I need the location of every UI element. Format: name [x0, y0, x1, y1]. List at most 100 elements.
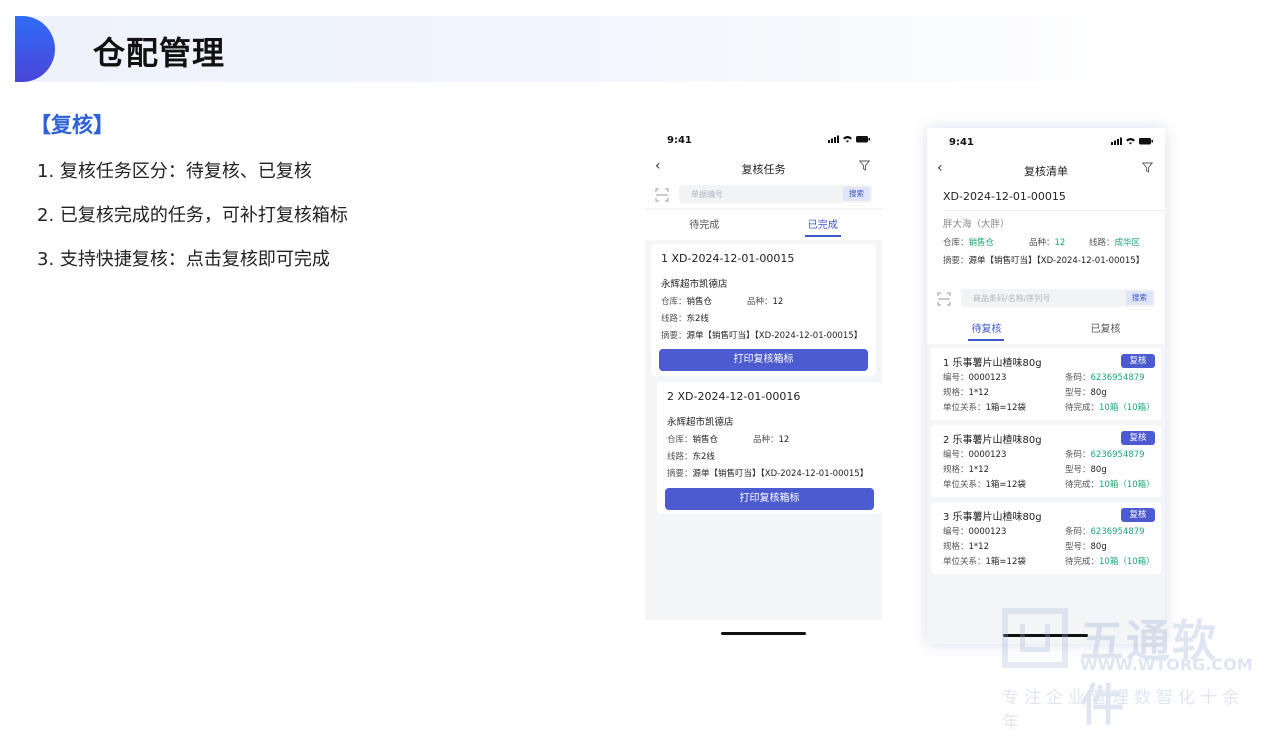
field-label: 摘要： [943, 256, 969, 266]
review-item[interactable]: 2 乐事薯片山楂味80g 复核 编号：0000123 条码：6236954879… [931, 425, 1161, 497]
search-input[interactable]: 商品条码/名称/序列号 搜索 [961, 289, 1155, 307]
divider [943, 210, 1165, 211]
brand-slogan: 专注企业管理数智化十余年 [1002, 688, 1244, 733]
status-time: 9:41 [949, 137, 974, 148]
search-row: 单据编号 搜索 [645, 182, 882, 208]
field-label: 型号： [1065, 542, 1091, 552]
tab-pending[interactable]: 待完成 [645, 216, 764, 231]
nav-bar: ‹ 复核任务 [645, 154, 882, 182]
status-bar: 9:41 [645, 126, 882, 154]
filter-icon[interactable] [859, 160, 870, 171]
scan-icon[interactable] [655, 188, 669, 202]
status-bar: 9:41 [927, 128, 1165, 156]
field-label: 仓库： [943, 238, 969, 248]
brand-url: WWW.WTORG.COM [1080, 655, 1253, 674]
tab-to-review[interactable]: 待复核 [927, 320, 1046, 335]
task-header: 1 XD-2024-12-01-00015 [661, 252, 795, 265]
field-label: 摘要： [661, 331, 687, 341]
field-label: 型号： [1065, 388, 1091, 398]
variety-value: 12 [772, 297, 784, 307]
store-name: 永辉超市凯德店 [667, 417, 734, 428]
field-label: 线路： [661, 314, 687, 324]
phone-review-tasks: 9:41 ‹ 复核任务 单据编号 搜索 待完成 已完成 1 XD-2024-12… [645, 126, 882, 620]
field-label: 条码： [1065, 373, 1091, 383]
route-value: 成华区 [1114, 238, 1141, 248]
field-label: 待完成： [1065, 403, 1100, 413]
spec-value: 1*12 [968, 465, 989, 475]
section-heading: 【复核】 [30, 113, 114, 137]
field-label: 条码： [1065, 450, 1091, 460]
brand-logo-icon [1002, 608, 1068, 668]
tab-completed[interactable]: 已完成 [764, 216, 883, 231]
bullet-list: 1. 复核任务区分：待复核、已复核 2. 已复核完成的任务，可补打复核箱标 3.… [37, 158, 348, 290]
spec-value: 1*12 [968, 542, 989, 552]
code-value: 0000123 [968, 373, 1007, 383]
field-label: 品种： [747, 297, 773, 307]
pending-value: 10箱（10箱） [1099, 557, 1155, 567]
variety-value: 12 [1054, 238, 1066, 248]
review-button[interactable]: 复核 [1121, 354, 1155, 368]
search-row: 商品条码/名称/序列号 搜索 [927, 286, 1165, 312]
task-card[interactable]: 1 XD-2024-12-01-00015 永辉超市凯德店 仓库：销售仓 品种：… [651, 244, 876, 376]
bullet-item: 1. 复核任务区分：待复核、已复核 [37, 161, 312, 182]
bullet-item: 3. 支持快捷复核：点击复核即可完成 [37, 249, 330, 270]
tab-reviewed[interactable]: 已复核 [1046, 320, 1165, 335]
warehouse-value: 销售仓 [686, 297, 713, 307]
nav-bar: ‹ 复核清单 [927, 156, 1165, 184]
field-label: 仓库： [667, 435, 693, 445]
pending-value: 10箱（10箱） [1099, 480, 1155, 490]
customer-name: 胖大海（大胖） [943, 216, 1010, 230]
field-label: 线路： [1089, 238, 1115, 248]
home-indicator [721, 632, 806, 635]
model-value: 80g [1090, 465, 1107, 475]
search-button[interactable]: 搜索 [1126, 291, 1153, 305]
variety-value: 12 [778, 435, 790, 445]
summary-value: 源单【销售叮当】【XD-2024-12-01-00015】 [968, 256, 1145, 266]
page-title: 复核任务 [741, 163, 786, 176]
field-label: 仓库： [661, 297, 687, 307]
field-label: 编号： [943, 450, 969, 460]
field-label: 单位关系： [943, 557, 986, 567]
signal-wifi-battery-icon [828, 135, 870, 143]
field-label: 条码： [1065, 527, 1091, 537]
search-placeholder: 商品条码/名称/序列号 [973, 294, 1051, 303]
model-value: 80g [1090, 388, 1107, 398]
route-value: 东2线 [686, 314, 709, 324]
bullet-item: 2. 已复核完成的任务，可补打复核箱标 [37, 205, 348, 226]
customer: 胖大海 [943, 219, 972, 230]
brand-watermark: 五通软件 WWW.WTORG.COM 专注企业管理数智化十余年 [1002, 605, 1262, 733]
unit-value: 1箱=12袋 [985, 480, 1026, 490]
review-item[interactable]: 1 乐事薯片山楂味80g 复核 编号：0000123 条码：6236954879… [931, 348, 1161, 420]
review-button[interactable]: 复核 [1121, 431, 1155, 445]
scan-icon[interactable] [937, 292, 951, 306]
field-label: 待完成： [1065, 480, 1100, 490]
warehouse-value: 销售仓 [968, 238, 995, 248]
barcode-value: 6236954879 [1090, 450, 1145, 460]
print-label-button[interactable]: 打印复核箱标 [665, 488, 874, 510]
field-label: 单位关系： [943, 403, 986, 413]
review-item[interactable]: 3 乐事薯片山楂味80g 复核 编号：0000123 条码：6236954879… [931, 502, 1161, 574]
field-label: 品种： [753, 435, 779, 445]
model-value: 80g [1090, 542, 1107, 552]
summary-value: 源单【销售叮当】【XD-2024-12-01-00015】 [686, 331, 863, 341]
field-label: 规格： [943, 388, 969, 398]
print-label-button[interactable]: 打印复核箱标 [659, 349, 868, 371]
status-time: 9:41 [667, 135, 692, 146]
field-label: 摘要： [667, 469, 693, 479]
search-input[interactable]: 单据编号 搜索 [679, 185, 872, 203]
field-label: 型号： [1065, 465, 1091, 475]
warehouse-value: 销售仓 [692, 435, 719, 445]
code-value: 0000123 [968, 527, 1007, 537]
field-label: 规格： [943, 465, 969, 475]
review-button[interactable]: 复核 [1121, 508, 1155, 522]
spec-value: 1*12 [968, 388, 989, 398]
task-card[interactable]: 2 XD-2024-12-01-00016 永辉超市凯德店 仓库：销售仓 品种：… [657, 382, 882, 514]
barcode-value: 6236954879 [1090, 373, 1145, 383]
active-tab-indicator [968, 339, 1004, 341]
field-label: 规格： [943, 542, 969, 552]
route-value: 东2线 [692, 452, 715, 462]
unit-value: 1箱=12袋 [985, 557, 1026, 567]
search-button[interactable]: 搜索 [843, 187, 870, 201]
barcode-value: 6236954879 [1090, 527, 1145, 537]
filter-icon[interactable] [1142, 162, 1153, 173]
